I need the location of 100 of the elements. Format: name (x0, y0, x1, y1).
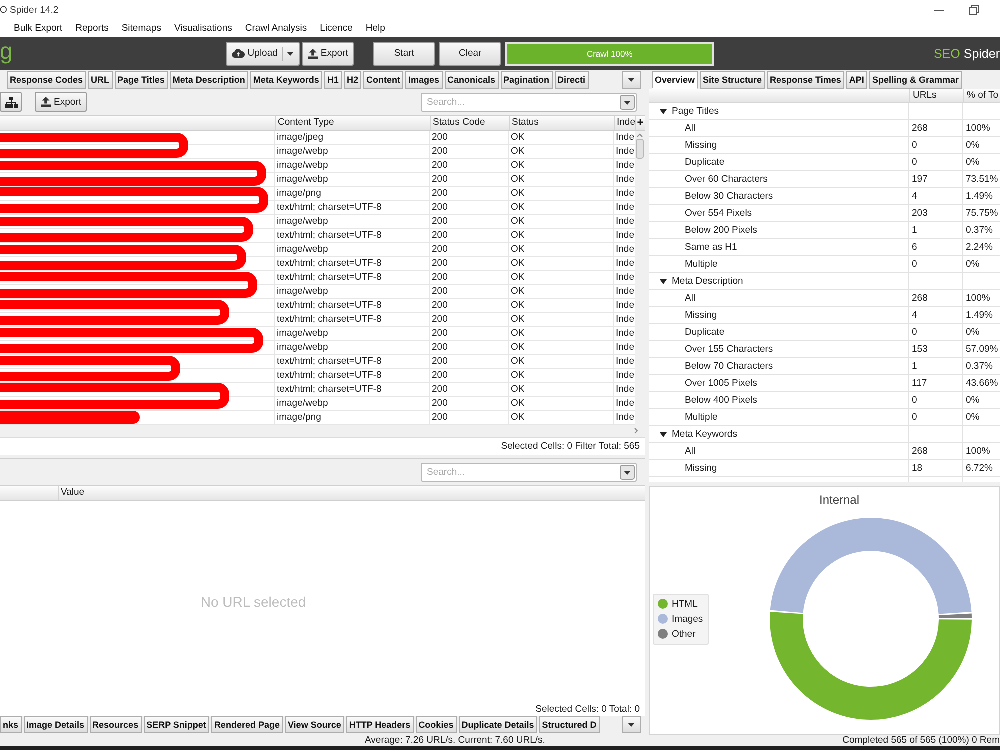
table-cell-text: image/webp (276, 397, 330, 411)
column-header[interactable]: Status Code (430, 116, 509, 130)
table-cell-text: image/webp (276, 145, 330, 159)
table-cell-text: text/html; charset=UTF-8 (276, 313, 383, 327)
expand-triangle-icon[interactable] (660, 432, 667, 438)
table-cell-text: 200 (431, 201, 449, 215)
tab[interactable]: API (846, 71, 868, 89)
tab[interactable]: Overview (652, 71, 698, 89)
tree-item[interactable]: Duplicate (685, 327, 725, 338)
tree-item[interactable]: Meta Keywords (672, 429, 738, 440)
tree-item[interactable]: Page Titles (672, 106, 719, 117)
tab[interactable]: H1 (324, 71, 342, 89)
tab[interactable]: Structured D (539, 716, 600, 733)
table-cell: 0% (966, 412, 980, 423)
tab[interactable]: Images (405, 71, 442, 89)
tab[interactable]: SERP Snippet (144, 716, 210, 733)
tab[interactable]: Resources (90, 716, 142, 733)
tree-item[interactable]: All (685, 123, 696, 134)
column-header[interactable]: % of To (963, 89, 1000, 102)
tab[interactable]: Rendered Page (211, 716, 283, 733)
tab[interactable]: Content (363, 71, 404, 89)
table-cell-text: Inde (615, 369, 635, 383)
tab[interactable]: URL (88, 71, 113, 89)
tree-item[interactable]: Same as H1 (685, 242, 738, 253)
tree-item[interactable]: Below 200 Pixels (685, 225, 758, 236)
table-cell: 0% (966, 157, 980, 168)
tab[interactable]: Cookies (416, 716, 457, 733)
tab-overflow-button[interactable] (622, 716, 641, 733)
table-cell-text: 200 (431, 299, 449, 313)
table-cell-text: 200 (431, 159, 449, 173)
column-header[interactable]: Status (509, 116, 614, 130)
menu-item[interactable]: Sitemaps (122, 23, 162, 34)
hierarchy-icon (4, 96, 18, 108)
tab[interactable]: Meta Keywords (250, 71, 322, 89)
tab[interactable]: Pagination (500, 71, 553, 89)
export-button[interactable]: Export (35, 92, 88, 112)
expand-triangle-icon[interactable] (660, 108, 667, 114)
menu-item[interactable]: Help (366, 23, 386, 34)
tree-item[interactable]: Multiple (685, 259, 718, 270)
table-cell-text: OK (510, 299, 526, 313)
upload-button[interactable]: Upload (226, 42, 300, 66)
tab[interactable]: HTTP Headers (346, 716, 414, 733)
toolbar-button[interactable]: Clear (439, 42, 502, 66)
table-cell-text: Inde (615, 145, 635, 159)
menu-item[interactable]: Reports (76, 23, 109, 34)
tree-item[interactable]: All (685, 446, 696, 457)
table-cell-text: OK (510, 229, 526, 243)
tree-item[interactable]: Below 400 Pixels (685, 395, 758, 406)
menu-item[interactable]: Licence (320, 23, 353, 34)
tree-item[interactable]: Over 60 Characters (685, 174, 768, 185)
tab[interactable]: Meta Description (170, 71, 248, 89)
tab[interactable]: nks (0, 716, 22, 733)
expand-triangle-icon[interactable] (660, 278, 667, 284)
tree-item[interactable]: Over 1005 Pixels (685, 378, 758, 389)
tab-overflow-button[interactable] (622, 71, 641, 89)
tree-item[interactable]: All (685, 293, 696, 304)
tab[interactable]: Directi (554, 71, 589, 89)
restore-icon[interactable] (969, 5, 979, 15)
table-cell-text: 200 (431, 313, 449, 327)
table-cell: 2.24% (966, 242, 993, 253)
table-cell-text: 200 (431, 173, 449, 187)
tree-item[interactable]: Meta Description (672, 276, 744, 287)
hierarchy-button[interactable] (0, 92, 22, 112)
tab[interactable]: Spelling & Grammar (869, 71, 962, 89)
table-cell-text: OK (510, 397, 526, 411)
menu-item[interactable]: Crawl Analysis (245, 23, 308, 34)
tab[interactable]: Page Titles (114, 71, 168, 89)
export-button[interactable]: Export (302, 42, 354, 66)
column-header[interactable]: URLs (909, 89, 963, 102)
table-cell-text: 200 (431, 355, 449, 369)
tree-item[interactable]: Below 30 Characters (685, 191, 774, 202)
tree-item[interactable]: Over 554 Pixels (685, 208, 752, 219)
menu-item[interactable]: Bulk Export (14, 23, 63, 34)
tree-item[interactable]: Missing (685, 310, 718, 321)
column-header[interactable]: Content Type (275, 116, 430, 130)
tree-item[interactable]: Missing (685, 463, 718, 474)
add-column-button[interactable]: + (635, 116, 645, 130)
tree-item[interactable]: Multiple (685, 412, 718, 423)
tab[interactable]: H2 (344, 71, 362, 89)
menu-item[interactable]: Visualisations (174, 23, 232, 34)
tab[interactable]: Canonicals (444, 71, 499, 89)
tab[interactable]: Duplicate Details (458, 716, 538, 733)
tab[interactable]: Image Details (24, 716, 88, 733)
tree-item[interactable]: Duplicate (685, 157, 725, 168)
table-cell-text: text/html; charset=UTF-8 (276, 383, 383, 397)
tree-item[interactable]: Over 155 Characters (685, 344, 774, 355)
table-cell-text: 200 (431, 243, 449, 257)
tab[interactable]: Response Codes (7, 71, 86, 89)
tab[interactable]: Site Structure (700, 71, 766, 89)
tab[interactable]: View Source (284, 716, 344, 733)
tree-item[interactable]: Below 70 Characters (685, 361, 774, 372)
tree-item[interactable]: Missing (685, 140, 718, 151)
toolbar-button[interactable]: Start (373, 42, 436, 66)
table-cell-text: OK (510, 327, 526, 341)
tab[interactable]: Response Times (767, 71, 844, 89)
table-cell: 268 (912, 293, 928, 304)
table-cell-text: OK (510, 187, 526, 201)
horizontal-scrollbar[interactable] (0, 425, 645, 437)
column-header[interactable]: Inde (614, 116, 635, 130)
table-cell-text: image/webp (276, 243, 330, 257)
